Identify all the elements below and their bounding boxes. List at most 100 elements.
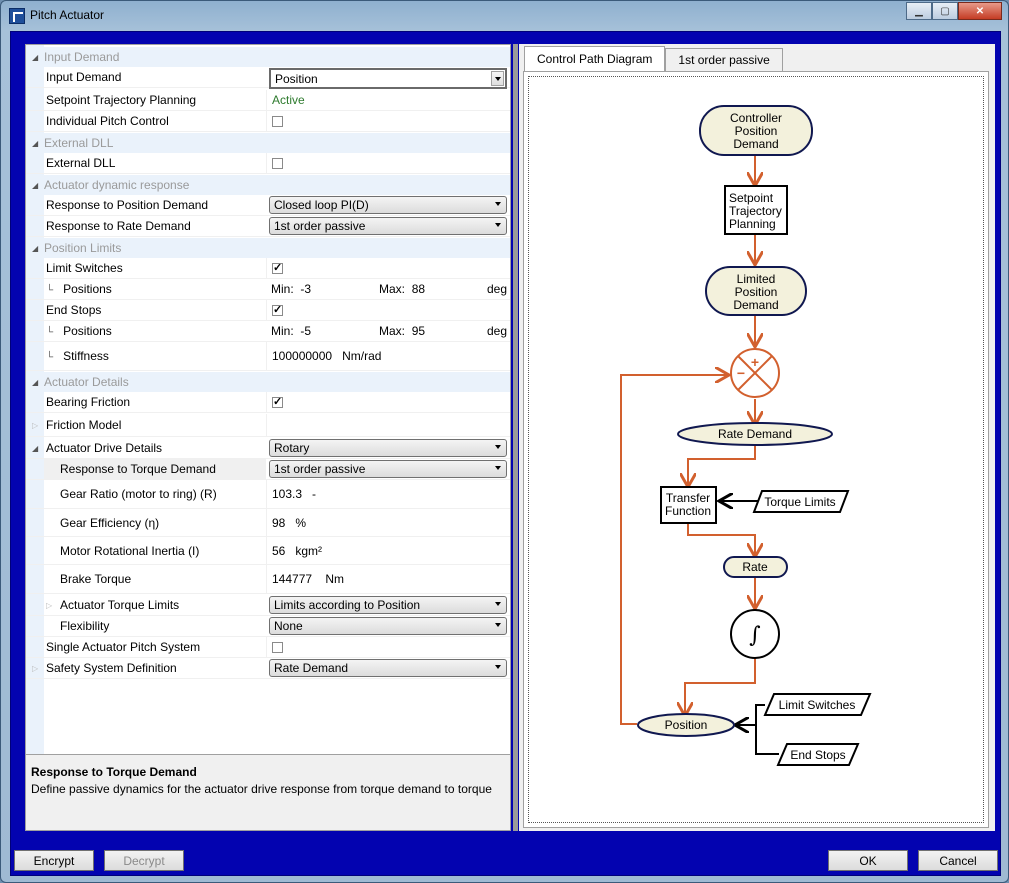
property-panel: ◢ Input Demand Input Demand Position Set… xyxy=(25,44,511,831)
collapse-triangle-icon[interactable]: ◢ xyxy=(32,181,38,190)
property-row-setpoint-trajectory-planning[interactable]: Setpoint Trajectory Planning Active xyxy=(26,90,510,111)
category-actuator-details[interactable]: ◢ Actuator Details xyxy=(26,372,510,392)
dropdown-arrow-icon[interactable] xyxy=(491,71,504,86)
collapse-triangle-icon[interactable]: ◢ xyxy=(32,444,38,453)
category-actuator-dynamic-response[interactable]: ◢ Actuator dynamic response xyxy=(26,175,510,195)
node-limit-switches[interactable]: Limit Switches xyxy=(763,693,872,716)
collapse-triangle-icon[interactable]: ◢ xyxy=(32,244,38,253)
collapse-triangle-icon[interactable]: ◢ xyxy=(32,139,38,148)
property-row-brake-torque[interactable]: Brake Torque 144777 Nm xyxy=(26,565,510,594)
min-value: -5 xyxy=(300,324,312,338)
title-bar[interactable]: Pitch Actuator ▁ ▢ ✕ xyxy=(1,1,1008,29)
bearing-friction-checkbox[interactable] xyxy=(272,395,283,408)
external-dll-checkbox[interactable] xyxy=(272,157,283,169)
individual-pitch-control-checkbox[interactable] xyxy=(272,115,283,127)
tab-1st-order-passive[interactable]: 1st order passive xyxy=(665,48,783,71)
limit-switches-checkbox[interactable] xyxy=(272,261,283,274)
property-row-stiffness[interactable]: └ Stiffness 100000000 Nm/rad xyxy=(26,342,510,371)
property-row-end-stop-positions[interactable]: └ Positions Min: -5 Max: 95 deg xyxy=(26,321,510,342)
app-icon xyxy=(9,8,25,24)
node-transfer-function[interactable]: Transfer Function xyxy=(660,486,717,524)
node-controller-position-demand[interactable]: Controller Position Demand xyxy=(699,105,813,156)
actuator-torque-limits-dropdown[interactable]: Limits according to Position xyxy=(269,596,507,614)
diagram-panel: Control Path Diagram 1st order passive C… xyxy=(519,44,995,831)
category-position-limits[interactable]: ◢ Position Limits xyxy=(26,238,510,258)
encrypt-button[interactable]: Encrypt xyxy=(14,850,94,871)
tab-control-path-diagram[interactable]: Control Path Diagram xyxy=(524,46,666,71)
property-row-gear-ratio[interactable]: Gear Ratio (motor to ring) (R) 103.3 - xyxy=(26,480,510,509)
property-row-response-to-position-demand[interactable]: Response to Position Demand Closed loop … xyxy=(26,195,510,216)
response-to-torque-demand-dropdown[interactable]: 1st order passive xyxy=(269,460,507,478)
property-row-limit-switches[interactable]: Limit Switches xyxy=(26,258,510,279)
collapse-triangle-icon[interactable]: ◢ xyxy=(32,378,38,387)
expand-triangle-icon[interactable]: ▷ xyxy=(32,664,38,673)
property-label: └ Positions xyxy=(46,324,112,338)
node-position[interactable]: Position xyxy=(637,713,735,737)
single-actuator-checkbox[interactable] xyxy=(272,641,283,653)
property-row-actuator-drive-details[interactable]: ◢ Actuator Drive Details Rotary xyxy=(26,438,510,459)
max-position[interactable]: Max: 88 xyxy=(379,282,425,296)
min-position[interactable]: Min: -3 xyxy=(271,282,311,296)
property-row-actuator-torque-limits[interactable]: ▷ Actuator Torque Limits Limits accordin… xyxy=(26,595,510,616)
category-label: Input Demand xyxy=(44,50,120,64)
property-label: Individual Pitch Control xyxy=(46,114,169,128)
cancel-button[interactable]: Cancel xyxy=(918,850,998,871)
unit-label: - xyxy=(312,487,317,501)
ok-button[interactable]: OK xyxy=(828,850,908,871)
connector-rate-demand-to-tf xyxy=(688,445,756,485)
expand-triangle-icon[interactable]: ▷ xyxy=(46,601,52,610)
expand-triangle-icon[interactable]: ▷ xyxy=(32,421,38,430)
node-summing-junction[interactable]: + − xyxy=(730,348,780,398)
safety-system-definition-dropdown[interactable]: Rate Demand xyxy=(269,659,507,677)
property-row-safety-system-definition[interactable]: ▷ Safety System Definition Rate Demand xyxy=(26,658,510,679)
min-position[interactable]: Min: -5 xyxy=(271,324,311,338)
node-text: Setpoint xyxy=(729,191,774,205)
property-row-external-dll[interactable]: External DLL xyxy=(26,153,510,174)
window-title: Pitch Actuator xyxy=(30,8,105,22)
node-setpoint-trajectory-planning[interactable]: Setpoint Trajectory Planning xyxy=(724,185,788,235)
property-row-input-demand[interactable]: Input Demand Position xyxy=(26,67,510,89)
node-rate-demand[interactable]: Rate Demand xyxy=(677,422,833,446)
dropdown-value: Rate Demand xyxy=(274,661,349,675)
unit-label: % xyxy=(295,515,307,530)
node-limited-position-demand[interactable]: Limited Position Demand xyxy=(705,266,807,316)
property-label-text: Stiffness xyxy=(63,349,109,363)
category-external-dll[interactable]: ◢ External DLL xyxy=(26,133,510,153)
gear-ratio-value[interactable]: 103.3 - xyxy=(266,480,510,508)
response-to-rate-demand-dropdown[interactable]: 1st order passive xyxy=(269,217,507,235)
property-row-bearing-friction[interactable]: Bearing Friction xyxy=(26,392,510,413)
max-position[interactable]: Max: 95 xyxy=(379,324,425,338)
node-text: Rate xyxy=(742,560,768,574)
flexibility-dropdown[interactable]: None xyxy=(269,617,507,635)
property-row-limit-switch-positions[interactable]: └ Positions Min: -3 Max: 88 deg xyxy=(26,279,510,300)
property-row-individual-pitch-control[interactable]: Individual Pitch Control xyxy=(26,111,510,132)
close-button[interactable]: ✕ xyxy=(958,2,1002,20)
motor-inertia-value[interactable]: 56 kgm² xyxy=(266,537,510,564)
brake-torque-value[interactable]: 144777 Nm xyxy=(266,565,510,593)
category-input-demand[interactable]: ◢ Input Demand xyxy=(26,47,510,67)
response-to-position-demand-dropdown[interactable]: Closed loop PI(D) xyxy=(269,196,507,214)
end-stops-checkbox[interactable] xyxy=(272,303,283,316)
gear-efficiency-value[interactable]: 98 % xyxy=(266,509,510,536)
property-row-motor-rotational-inertia[interactable]: Motor Rotational Inertia (I) 56 kgm² xyxy=(26,537,510,565)
decrypt-button[interactable]: Decrypt xyxy=(104,850,184,871)
node-integrator[interactable]: ∫ xyxy=(730,609,780,659)
input-demand-dropdown[interactable]: Position xyxy=(269,68,507,89)
property-row-gear-efficiency[interactable]: Gear Efficiency (η) 98 % xyxy=(26,509,510,537)
stiffness-value[interactable]: 100000000 Nm/rad xyxy=(266,342,510,370)
collapse-triangle-icon[interactable]: ◢ xyxy=(32,53,38,62)
node-end-stops[interactable]: End Stops xyxy=(776,743,860,766)
panel-splitter[interactable] xyxy=(513,44,518,831)
node-torque-limits[interactable]: Torque Limits xyxy=(752,490,850,513)
minimize-button[interactable]: ▁ xyxy=(906,2,932,20)
property-row-response-to-rate-demand[interactable]: Response to Rate Demand 1st order passiv… xyxy=(26,216,510,237)
actuator-drive-details-dropdown[interactable]: Rotary xyxy=(269,439,507,457)
property-row-flexibility[interactable]: Flexibility None xyxy=(26,616,510,637)
max-value: 88 xyxy=(411,282,426,296)
property-row-friction-model[interactable]: ▷ Friction Model xyxy=(26,414,510,437)
property-row-single-actuator-pitch-system[interactable]: Single Actuator Pitch System xyxy=(26,637,510,658)
node-rate[interactable]: Rate xyxy=(723,556,788,578)
maximize-button[interactable]: ▢ xyxy=(932,2,958,20)
property-row-end-stops[interactable]: End Stops xyxy=(26,300,510,321)
property-row-response-to-torque-demand[interactable]: Response to Torque Demand 1st order pass… xyxy=(26,459,510,480)
